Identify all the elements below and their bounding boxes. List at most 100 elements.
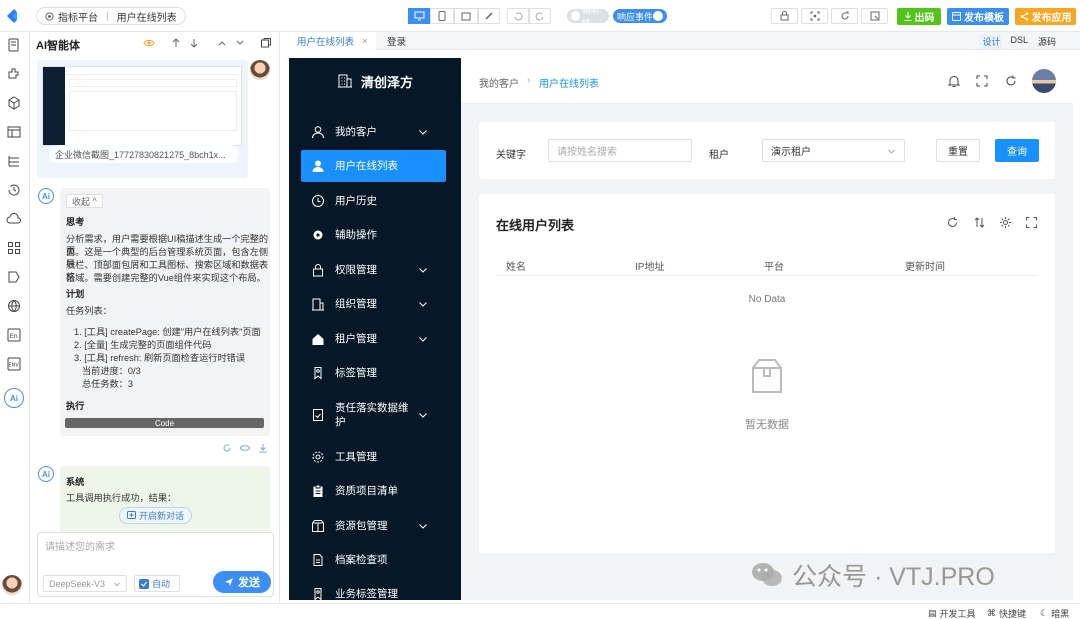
breadcrumb-current: 用户在线列表 — [539, 79, 599, 90]
current-page-name: 用户在线列表 — [116, 12, 177, 24]
prompt-input[interactable]: 请描述您的需求 DeepSeek-V3 自动 发送 — [37, 532, 274, 597]
publish-template-button[interactable]: 发布模板 — [947, 8, 1009, 25]
desktop-view-button[interactable] — [408, 8, 430, 24]
outline-tree-icon[interactable] — [6, 153, 22, 169]
fullscreen-icon[interactable] — [975, 74, 989, 88]
layout-icon[interactable] — [6, 124, 22, 140]
tab-online-users[interactable]: 用户在线列表 × — [289, 32, 376, 50]
mobile-view-button[interactable] — [430, 8, 454, 24]
collapse-button[interactable]: 收起 ^ — [66, 194, 103, 208]
globe-icon[interactable] — [6, 298, 22, 314]
sidebar-item-label: 工具管理 — [335, 451, 377, 463]
chevron-down-icon — [418, 265, 428, 275]
model-select[interactable]: DeepSeek-V3 — [43, 575, 127, 592]
preview-icon — [870, 11, 879, 21]
env-icon[interactable]: ENV — [6, 356, 22, 372]
sidebar-item[interactable]: 用户历史 — [301, 185, 446, 217]
tab-login[interactable]: 登录 — [379, 32, 414, 50]
system-message: 系统 工具调用执行成功，结果： — [60, 466, 270, 536]
sidebar-item[interactable]: 资源包管理 — [301, 510, 446, 542]
mode-design[interactable]: 设计 — [980, 34, 1003, 49]
sidebar-item[interactable]: 业务标签管理 — [301, 578, 446, 600]
refresh-icon[interactable] — [1004, 74, 1018, 88]
sidebar-item[interactable]: 权限管理 — [301, 254, 446, 286]
assist-lines-toggle[interactable]: 辅助线 — [567, 5, 609, 28]
column-header: 姓名 — [506, 262, 526, 273]
tablet-view-button[interactable] — [454, 8, 478, 24]
bell-icon[interactable] — [947, 74, 961, 88]
flow-icon[interactable] — [6, 269, 22, 285]
export-code-button[interactable]: 出码 — [897, 8, 941, 25]
sidebar-item[interactable]: 档案检查项 — [301, 544, 446, 576]
auto-checkbox[interactable]: 自动 — [134, 575, 180, 592]
task-list-label: 任务列表： — [66, 306, 112, 316]
code-block-button[interactable]: Code — [65, 418, 264, 428]
send-icon — [224, 577, 234, 587]
apps-grid-icon[interactable] — [6, 240, 22, 256]
arrow-up-icon[interactable] — [170, 37, 182, 49]
mode-dsl[interactable]: DSL — [1008, 34, 1030, 49]
lock-button[interactable] — [771, 8, 798, 24]
keyword-input[interactable]: 请按姓名搜索 — [548, 139, 692, 162]
task-item: 3. [工具] refresh: 刷新页面检查运行时错误 — [74, 353, 246, 363]
chevron-down-icon[interactable] — [234, 37, 246, 49]
sidebar-item-label: 档案检查项 — [335, 554, 388, 566]
tenant-select[interactable]: 演示租户 — [762, 139, 905, 162]
column-header: 更新时间 — [905, 262, 945, 273]
sidebar-item[interactable]: 资质项目清单 — [301, 475, 446, 507]
sidebar-item[interactable]: 租户管理 — [301, 323, 446, 355]
eye-icon[interactable] — [239, 442, 251, 454]
mode-source[interactable]: 源码 — [1036, 34, 1058, 49]
pages-icon[interactable] — [6, 37, 22, 53]
dev-tools-button[interactable]: ▤ 开发工具 — [928, 607, 976, 619]
reset-button[interactable]: 重置 — [936, 139, 980, 162]
sidebar-item[interactable]: 辅助操作 — [301, 219, 446, 251]
user-avatar[interactable] — [2, 575, 22, 595]
focus-button[interactable] — [801, 8, 828, 24]
arrow-down-icon[interactable] — [188, 37, 200, 49]
chevron-up-icon[interactable] — [216, 37, 228, 49]
download-icon[interactable] — [257, 442, 269, 454]
plugin-icon[interactable] — [6, 66, 22, 82]
sidebar-item[interactable]: 我的客户 — [301, 116, 446, 148]
project-breadcrumb[interactable]: 指标平台 | 用户在线列表 — [36, 7, 186, 25]
language-en-icon[interactable]: En — [6, 327, 22, 343]
fullscreen-icon[interactable] — [1025, 216, 1038, 229]
api-cloud-icon[interactable] — [6, 211, 22, 227]
eye-icon[interactable] — [143, 37, 155, 49]
redo-button[interactable] — [529, 8, 551, 24]
sidebar-item[interactable]: 标签管理 — [301, 357, 446, 389]
response-events-toggle[interactable]: 响应事件 — [613, 9, 667, 23]
sidebar-item-label: 业务标签管理 — [335, 588, 398, 600]
plan-heading: 计划 — [66, 289, 85, 299]
send-button[interactable]: 发送 — [213, 571, 271, 593]
sidebar-item[interactable]: 工具管理 — [301, 441, 446, 473]
sidebar-item[interactable]: 用户在线列表 — [301, 150, 446, 182]
undo-button[interactable] — [507, 8, 529, 24]
settings-icon[interactable] — [999, 216, 1012, 229]
close-icon[interactable]: × — [362, 36, 368, 47]
app-logo-icon[interactable] — [4, 8, 20, 24]
watermark: 公众号 · VTJ.PRO — [750, 560, 995, 591]
sidebar-item[interactable]: 责任落实数据维护 — [301, 395, 446, 435]
user-avatar[interactable] — [1032, 69, 1056, 93]
refresh-button[interactable] — [831, 8, 858, 24]
preview-button[interactable] — [861, 8, 888, 24]
brush-button[interactable] — [478, 8, 500, 24]
breadcrumb-parent[interactable]: 我的客户 — [479, 75, 519, 90]
dark-mode-button[interactable]: ☾ 暗黑 — [1040, 607, 1069, 619]
refresh-icon[interactable] — [221, 442, 233, 454]
cube-icon[interactable] — [6, 95, 22, 111]
query-button[interactable]: 查询 — [995, 139, 1039, 162]
refresh-icon[interactable] — [946, 216, 959, 229]
attached-screenshot[interactable]: 企业微信截图_17727830821275_8bch1x... — [37, 60, 248, 178]
system-line: 工具调用执行成功，结果： — [66, 493, 177, 503]
sidebar-item[interactable]: 组织管理 — [301, 288, 446, 320]
column-height-icon[interactable] — [973, 216, 986, 229]
publish-app-button[interactable]: 发布应用 — [1015, 8, 1076, 25]
ai-agent-icon[interactable]: Ai — [4, 388, 24, 408]
history-icon[interactable] — [6, 182, 22, 198]
new-chat-button[interactable]: 开启新对话 — [119, 507, 193, 524]
shortcuts-button[interactable]: ⌘ 快捷键 — [987, 607, 1026, 619]
window-icon[interactable] — [260, 37, 272, 49]
